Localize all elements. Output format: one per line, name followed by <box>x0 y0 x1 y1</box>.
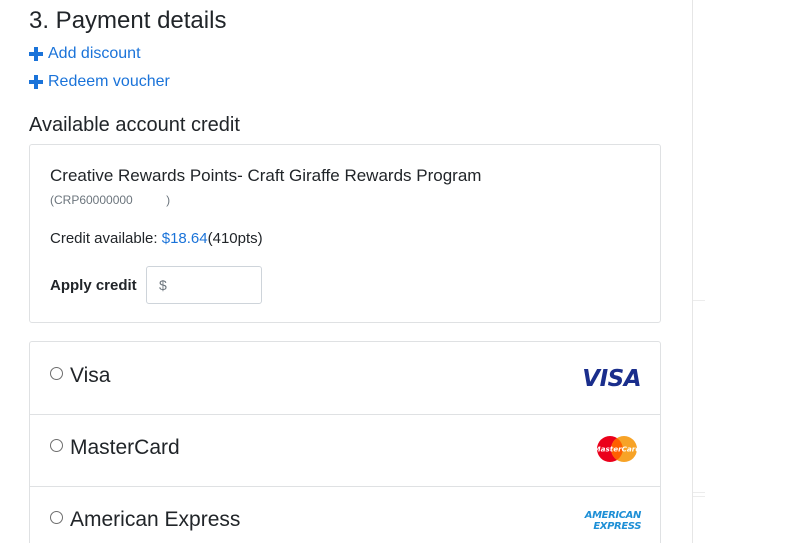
credit-available: Credit available: $18.64(410pts) <box>50 230 263 247</box>
amex-label: American Express <box>70 508 241 531</box>
plus-icon <box>29 47 43 61</box>
credit-section-title: Available account credit <box>29 114 240 136</box>
visa-logo-text: VISA <box>582 366 641 392</box>
add-discount-link[interactable]: Add discount <box>29 45 141 63</box>
payment-option-amex[interactable]: American Express AMERICAN EXPRESS <box>30 486 660 543</box>
credit-points: (410pts) <box>207 230 263 247</box>
mastercard-logo-icon: MasterCard <box>594 436 641 462</box>
visa-logo-icon: VISA <box>582 366 641 392</box>
program-name: Creative Rewards Points- Craft Giraffe R… <box>50 166 482 185</box>
payment-option-mastercard[interactable]: MasterCard MasterCard <box>30 414 660 487</box>
plus-icon <box>29 75 43 89</box>
credit-available-label: Credit available: <box>50 230 162 247</box>
visa-label: Visa <box>70 364 111 387</box>
mastercard-radio[interactable] <box>50 439 63 452</box>
mastercard-logo-text: MasterCard <box>594 445 641 454</box>
credit-amount: $18.64 <box>161 230 208 247</box>
mastercard-label: MasterCard <box>70 436 180 459</box>
apply-credit-label: Apply credit <box>50 277 137 294</box>
redeem-voucher-link[interactable]: Redeem voucher <box>29 73 170 91</box>
visa-radio[interactable] <box>50 367 63 380</box>
amex-logo-line-2: EXPRESS <box>593 521 641 532</box>
account-credit-card: Creative Rewards Points- Craft Giraffe R… <box>29 144 661 323</box>
payment-option-visa[interactable]: Visa VISA <box>30 342 660 415</box>
section-title: 3. Payment details <box>29 7 227 34</box>
apply-credit-input[interactable] <box>146 266 262 304</box>
side-panel <box>693 300 705 493</box>
side-panel <box>693 496 705 543</box>
payment-method-list: Visa VISA MasterCard MasterCard American… <box>29 341 661 543</box>
amex-logo-line-1: AMERICAN <box>584 510 642 521</box>
add-discount-label: Add discount <box>48 45 141 62</box>
redeem-voucher-label: Redeem voucher <box>48 73 170 90</box>
payment-page: 3. Payment details Add discount Redeem v… <box>0 0 806 543</box>
amex-logo-icon: AMERICAN EXPRESS <box>579 510 642 532</box>
program-id: (CRP60000000 ) <box>50 193 171 207</box>
amex-radio[interactable] <box>50 511 63 524</box>
